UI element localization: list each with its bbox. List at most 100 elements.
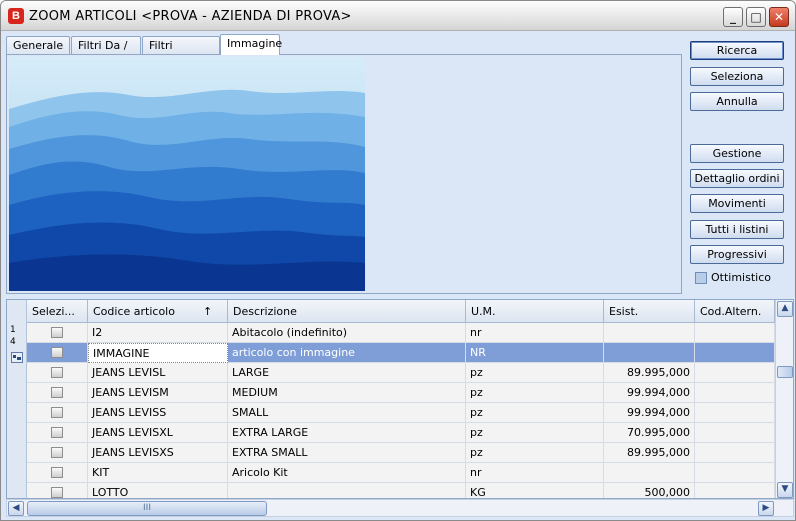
zoom-articoli-window: B ZOOM ARTICOLI <PROVA - AZIENDA DI PROV… [0, 0, 796, 521]
row-checkbox[interactable] [51, 467, 63, 478]
scroll-down-icon[interactable]: ▼ [777, 482, 793, 498]
row-select-cell[interactable] [27, 483, 88, 498]
grid-header: Selezi... Codice articolo ↑ Descrizione … [27, 300, 775, 323]
tutti-i-listini-button[interactable]: Tutti i listini [690, 220, 784, 239]
codice-cell: JEANS LEVISXS [88, 443, 228, 463]
app-logo-icon: B [8, 8, 24, 24]
esist-cell [604, 323, 695, 343]
row-checkbox[interactable] [51, 347, 63, 358]
window-title: ZOOM ARTICOLI <PROVA - AZIENDA DI PROVA> [29, 9, 352, 24]
descrizione-cell: SMALL [228, 403, 466, 423]
um-cell: NR [466, 343, 604, 363]
row-checkbox[interactable] [51, 387, 63, 398]
codice-cell: LOTTO [88, 483, 228, 498]
descrizione-cell: EXTRA SMALL [228, 443, 466, 463]
vertical-scrollbar[interactable]: ▲ ▼ [775, 300, 793, 498]
scroll-up-icon[interactable]: ▲ [777, 301, 793, 317]
close-button[interactable]: ✕ [769, 7, 789, 27]
row-select-cell[interactable] [27, 463, 88, 483]
article-image [9, 57, 365, 291]
column-header-cod-altern[interactable]: Cod.Altern. [695, 300, 775, 323]
descrizione-cell: Aricolo Kit [228, 463, 466, 483]
table-row[interactable]: KIT Aricolo Kit nr [27, 463, 775, 483]
um-cell: pz [466, 403, 604, 423]
descrizione-cell [228, 483, 466, 498]
row-select-cell[interactable] [27, 323, 88, 343]
esist-cell: 500,000 [604, 483, 695, 498]
column-header-esist[interactable]: Esist. [604, 300, 695, 323]
sort-ascending-icon: ↑ [203, 305, 213, 318]
scroll-right-icon[interactable]: ▶ [758, 501, 774, 516]
codice-cell[interactable]: IMMAGINE [88, 343, 228, 363]
um-cell: KG [466, 483, 604, 498]
progressivi-button[interactable]: Progressivi [690, 245, 784, 264]
tab-filtri-particolari[interactable]: Filtri particolari [142, 36, 220, 69]
annulla-button[interactable]: Annulla [690, 92, 784, 111]
horizontal-scrollbar[interactable]: ◀ III ▶ [6, 499, 794, 517]
row-checkbox[interactable] [51, 487, 63, 498]
cod-altern-cell [695, 463, 775, 483]
row-checkbox[interactable] [51, 327, 63, 338]
descrizione-cell: MEDIUM [228, 383, 466, 403]
row-checkbox[interactable] [51, 447, 63, 458]
row-checkbox[interactable] [51, 367, 63, 378]
row-select-cell[interactable] [27, 443, 88, 463]
articles-grid: 1 4 Selezi... Codice articolo ↑ Descrizi… [6, 299, 794, 499]
um-cell: nr [466, 463, 604, 483]
cod-altern-cell [695, 383, 775, 403]
ricerca-button[interactable]: Ricerca [690, 41, 784, 60]
table-row[interactable]: JEANS LEVISXL EXTRA LARGE pz 70.995,000 [27, 423, 775, 443]
mountain-landscape-image [9, 57, 365, 291]
table-row[interactable]: LOTTO KG 500,000 [27, 483, 775, 498]
row-select-cell[interactable] [27, 343, 88, 363]
scroll-left-icon[interactable]: ◀ [8, 501, 24, 516]
esist-cell [604, 463, 695, 483]
ottimistico-checkbox[interactable] [695, 272, 707, 284]
horizontal-scroll-thumb[interactable]: III [27, 501, 267, 516]
descrizione-cell: articolo con immagine [228, 343, 466, 363]
descrizione-cell: LARGE [228, 363, 466, 383]
cod-altern-cell [695, 483, 775, 498]
codice-cell: I2 [88, 323, 228, 343]
table-row[interactable]: JEANS LEVISL LARGE pz 89.995,000 [27, 363, 775, 383]
row-header-line1: 1 [10, 325, 16, 335]
row-checkbox[interactable] [51, 407, 63, 418]
descrizione-cell: EXTRA LARGE [228, 423, 466, 443]
row-select-cell[interactable] [27, 363, 88, 383]
um-cell: pz [466, 383, 604, 403]
um-cell: pz [466, 363, 604, 383]
column-header-um[interactable]: U.M. [466, 300, 604, 323]
tab-immagine[interactable]: Immagine [220, 34, 282, 55]
row-select-cell[interactable] [27, 383, 88, 403]
seleziona-button[interactable]: Seleziona [690, 67, 784, 86]
table-row[interactable]: JEANS LEVISM MEDIUM pz 99.994,000 [27, 383, 775, 403]
minimize-button[interactable]: _ [723, 7, 743, 27]
tab-generale[interactable]: Generale [6, 36, 70, 54]
table-row-selected[interactable]: IMMAGINE articolo con immagine NR [27, 343, 775, 363]
row-checkbox[interactable] [51, 427, 63, 438]
esist-cell: 70.995,000 [604, 423, 695, 443]
maximize-button[interactable]: □ [746, 7, 766, 27]
row-header-line2: 4 [10, 337, 16, 347]
column-header-codice-articolo[interactable]: Codice articolo ↑ [88, 300, 228, 323]
movimenti-button[interactable]: Movimenti [690, 194, 784, 213]
vertical-scroll-thumb[interactable] [777, 366, 793, 378]
codice-cell: JEANS LEVISXL [88, 423, 228, 443]
table-row[interactable]: JEANS LEVISS SMALL pz 99.994,000 [27, 403, 775, 423]
dettaglio-ordini-button[interactable]: Dettaglio ordini [690, 169, 784, 188]
column-header-descrizione[interactable]: Descrizione [228, 300, 466, 323]
tab-filtri-da-a[interactable]: Filtri Da / a [71, 36, 141, 69]
column-header-seleziona[interactable]: Selezi... [27, 300, 88, 323]
table-row[interactable]: I2 Abitacolo (indefinito) nr [27, 323, 775, 343]
esist-cell: 89.995,000 [604, 443, 695, 463]
cod-altern-cell [695, 323, 775, 343]
esist-cell: 89.995,000 [604, 363, 695, 383]
row-select-cell[interactable] [27, 423, 88, 443]
cod-altern-cell [695, 363, 775, 383]
gestione-button[interactable]: Gestione [690, 144, 784, 163]
title-bar[interactable]: B ZOOM ARTICOLI <PROVA - AZIENDA DI PROV… [1, 1, 795, 31]
codice-cell: JEANS LEVISM [88, 383, 228, 403]
row-select-cell[interactable] [27, 403, 88, 423]
esist-cell: 99.994,000 [604, 383, 695, 403]
table-row[interactable]: JEANS LEVISXS EXTRA SMALL pz 89.995,000 [27, 443, 775, 463]
